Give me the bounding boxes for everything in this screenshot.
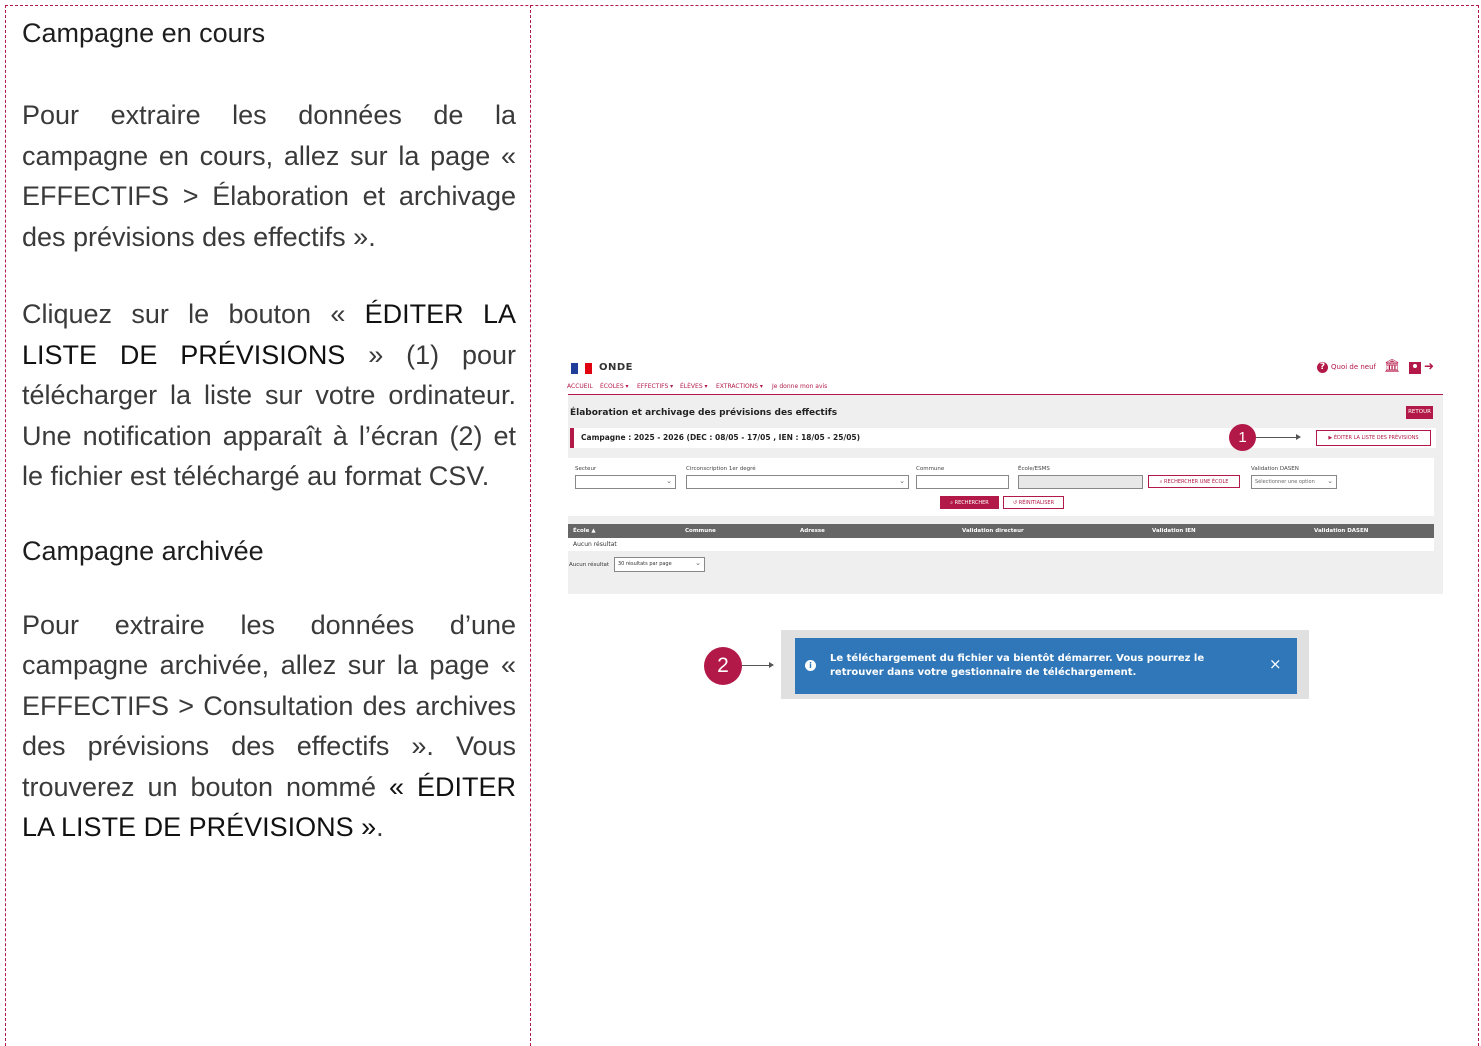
heading-archived-campaign: Campagne archivée (22, 535, 264, 566)
filter-label: Circonscription 1er degré (686, 466, 756, 472)
filter-label: Commune (916, 466, 945, 472)
button-label: RÉINITIALISER (1018, 500, 1055, 506)
select-value: 30 résultats par page (618, 561, 672, 567)
paragraph-current-campaign: Pour extraire les données de la campagne… (22, 100, 516, 252)
table-border-left (5, 5, 6, 1046)
callout-arrow (1256, 434, 1301, 440)
text: Cliquez sur le bouton « (22, 299, 365, 329)
column-header[interactable]: Commune (685, 528, 716, 534)
logout-icon[interactable]: ➜ (1424, 359, 1434, 373)
nav-item[interactable]: EFFECTIFS ▾ (637, 383, 673, 390)
table-header: École ▲ Commune Adresse Validation direc… (568, 524, 1434, 538)
page-size-select[interactable]: 30 résultats par page ⌄ (614, 557, 705, 572)
heading-current-campaign: Campagne en cours (22, 18, 266, 48)
callout-marker-1: 1 (1229, 424, 1256, 451)
column-header[interactable]: Validation IEN (1152, 528, 1196, 534)
close-icon[interactable]: × (1269, 655, 1282, 673)
table-row: Aucun résultat (568, 538, 1434, 551)
filters-panel: Secteur ⌄ Circonscription 1er degré ⌄ Co… (568, 458, 1434, 516)
commune-input[interactable] (916, 475, 1009, 489)
reset-button[interactable]: ↺ RÉINITIALISER (1003, 496, 1064, 509)
validation-select[interactable]: Sélectionner une option ⌄ (1251, 475, 1337, 489)
nav-item[interactable]: ÉCOLES ▾ (600, 383, 629, 390)
whats-new-link[interactable]: Quoi de neuf (1331, 363, 1376, 371)
edit-forecast-list-button[interactable]: ▶ ÉDITER LA LISTE DES PRÉVISIONS (1316, 430, 1431, 446)
nav-item[interactable]: ACCUEIL (567, 383, 593, 390)
button-label: RECHERCHER UNE ÉCOLE (1163, 479, 1229, 485)
back-button[interactable]: RETOUR (1406, 406, 1433, 419)
app-header: ONDE ? Quoi de neuf 🏛 ➜ (568, 352, 1443, 380)
campaign-label: Campagne : 2025 - 2026 (DEC : 08/05 - 17… (581, 433, 861, 442)
empty-result: Aucun résultat (573, 541, 617, 548)
search-school-button[interactable]: ⌕ RECHERCHER UNE ÉCOLE (1148, 475, 1240, 488)
institution-icon[interactable]: 🏛 (1384, 359, 1401, 374)
app-brand: ONDE (599, 362, 634, 373)
nav-item[interactable]: Je donne mon avis (772, 383, 827, 390)
pager-label: Aucun résultat (569, 562, 610, 568)
table-border-top (5, 5, 1479, 6)
nav-item[interactable]: EXTRACTIONS ▾ (716, 383, 763, 390)
button-label: ÉDITER LA LISTE DES PRÉVISIONS (1333, 435, 1419, 441)
column-header[interactable]: École ▲ (573, 528, 596, 534)
ecole-input[interactable] (1018, 475, 1143, 489)
page-title: Élaboration et archivage des prévisions … (570, 408, 838, 418)
text: . (376, 812, 384, 842)
secteur-select[interactable]: ⌄ (575, 475, 676, 489)
help-icon[interactable]: ? (1317, 362, 1328, 373)
table-border-middle (530, 5, 531, 1046)
filter-label: École/ESMS (1018, 466, 1050, 472)
download-notification: i Le téléchargement du fichier va bientô… (795, 638, 1297, 694)
instructions-column: Campagne en cours Pour extraire les donn… (22, 16, 516, 848)
search-button[interactable]: ⌕ RECHERCHER (940, 496, 999, 509)
paragraph-edit-list: Cliquez sur le bouton « ÉDITER LA LISTE … (22, 294, 516, 497)
filter-label: Validation DASEN (1251, 466, 1299, 472)
campaign-banner: Campagne : 2025 - 2026 (DEC : 08/05 - 17… (570, 428, 1436, 448)
onde-screenshot: ONDE ? Quoi de neuf 🏛 ➜ ACCUEIL ÉCOLES ▾… (567, 352, 1443, 594)
main-nav: ACCUEIL ÉCOLES ▾ EFFECTIFS ▾ ÉLÈVES ▾ EX… (567, 380, 1443, 395)
info-icon: i (805, 660, 816, 671)
table-border-right (1478, 5, 1479, 1046)
filter-label: Secteur (575, 466, 597, 472)
circonscription-select[interactable]: ⌄ (686, 475, 909, 489)
nav-item[interactable]: ÉLÈVES ▾ (680, 383, 708, 390)
notification-message: Le téléchargement du fichier va bientôt … (830, 653, 1205, 678)
column-header[interactable]: Validation directeur (962, 528, 1024, 534)
callout-marker-2: 2 (704, 647, 742, 685)
button-label: RECHERCHER (954, 500, 989, 506)
select-placeholder: Sélectionner une option (1255, 479, 1315, 485)
republic-flag-logo (571, 363, 592, 374)
column-header[interactable]: Validation DASEN (1314, 528, 1368, 534)
callout-arrow (742, 662, 774, 668)
column-header[interactable]: Adresse (800, 528, 825, 534)
user-icon[interactable] (1409, 362, 1421, 374)
paragraph-archived-campaign: Pour extraire les données d’une campagne… (22, 605, 516, 848)
